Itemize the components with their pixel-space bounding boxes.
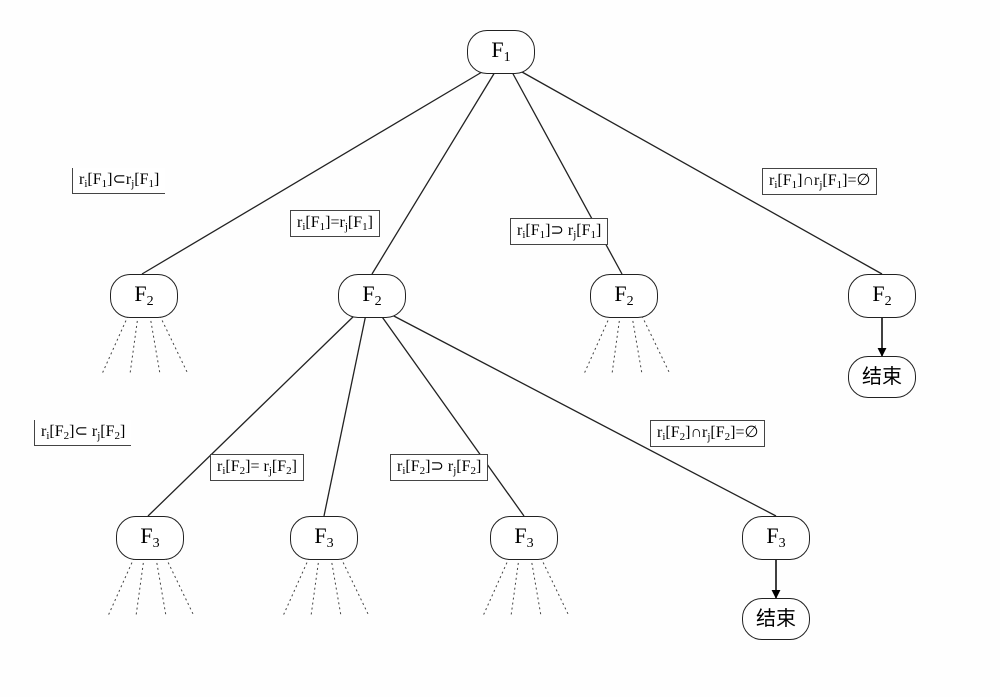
tree-diagram: F1 F2 F2 F2 F2 结束 ri[F1]⊂rj[F1] ri[F1]=r… xyxy=(0,0,1000,697)
node-label: F2 xyxy=(872,283,891,309)
node-l1-f2-2: F2 xyxy=(338,274,406,318)
node-label: F2 xyxy=(614,283,633,309)
edge-label-l1b-3: ri[F2]⊃ rj[F2] xyxy=(390,454,488,481)
node-root-f1: F1 xyxy=(467,30,535,74)
edge-label-root-2: ri[F1]=rj[F1] xyxy=(290,210,380,237)
node-l1-end: 结束 xyxy=(848,356,916,398)
edge-label-root-4: ri[F1]∩rj[F1]=∅ xyxy=(762,168,877,195)
node-label: F3 xyxy=(140,525,159,551)
node-l2-f3-2: F3 xyxy=(290,516,358,560)
node-label: F3 xyxy=(514,525,533,551)
node-l2-end: 结束 xyxy=(742,598,810,640)
edge-label-l1b-2: ri[F2]= rj[F2] xyxy=(210,454,304,481)
edge-label-root-1: ri[F1]⊂rj[F1] xyxy=(72,168,165,194)
edge-label-root-3: ri[F1]⊃ rj[F1] xyxy=(510,218,608,245)
edge-label-l1b-1: ri[F2]⊂ rj[F2] xyxy=(34,420,131,446)
node-label: F3 xyxy=(314,525,333,551)
node-label: F2 xyxy=(362,283,381,309)
node-l2-f3-4: F3 xyxy=(742,516,810,560)
node-label: F2 xyxy=(134,283,153,309)
node-label: 结束 xyxy=(756,609,796,629)
node-l1-f2-4: F2 xyxy=(848,274,916,318)
node-l2-f3-3: F3 xyxy=(490,516,558,560)
node-label: F3 xyxy=(766,525,785,551)
node-l2-f3-1: F3 xyxy=(116,516,184,560)
node-l1-f2-1: F2 xyxy=(110,274,178,318)
node-l1-f2-3: F2 xyxy=(590,274,658,318)
edge-label-l1b-4: ri[F2]∩rj[F2]=∅ xyxy=(650,420,765,447)
node-label: F1 xyxy=(491,39,510,65)
tree-edges xyxy=(0,0,1000,697)
node-label: 结束 xyxy=(862,367,902,387)
